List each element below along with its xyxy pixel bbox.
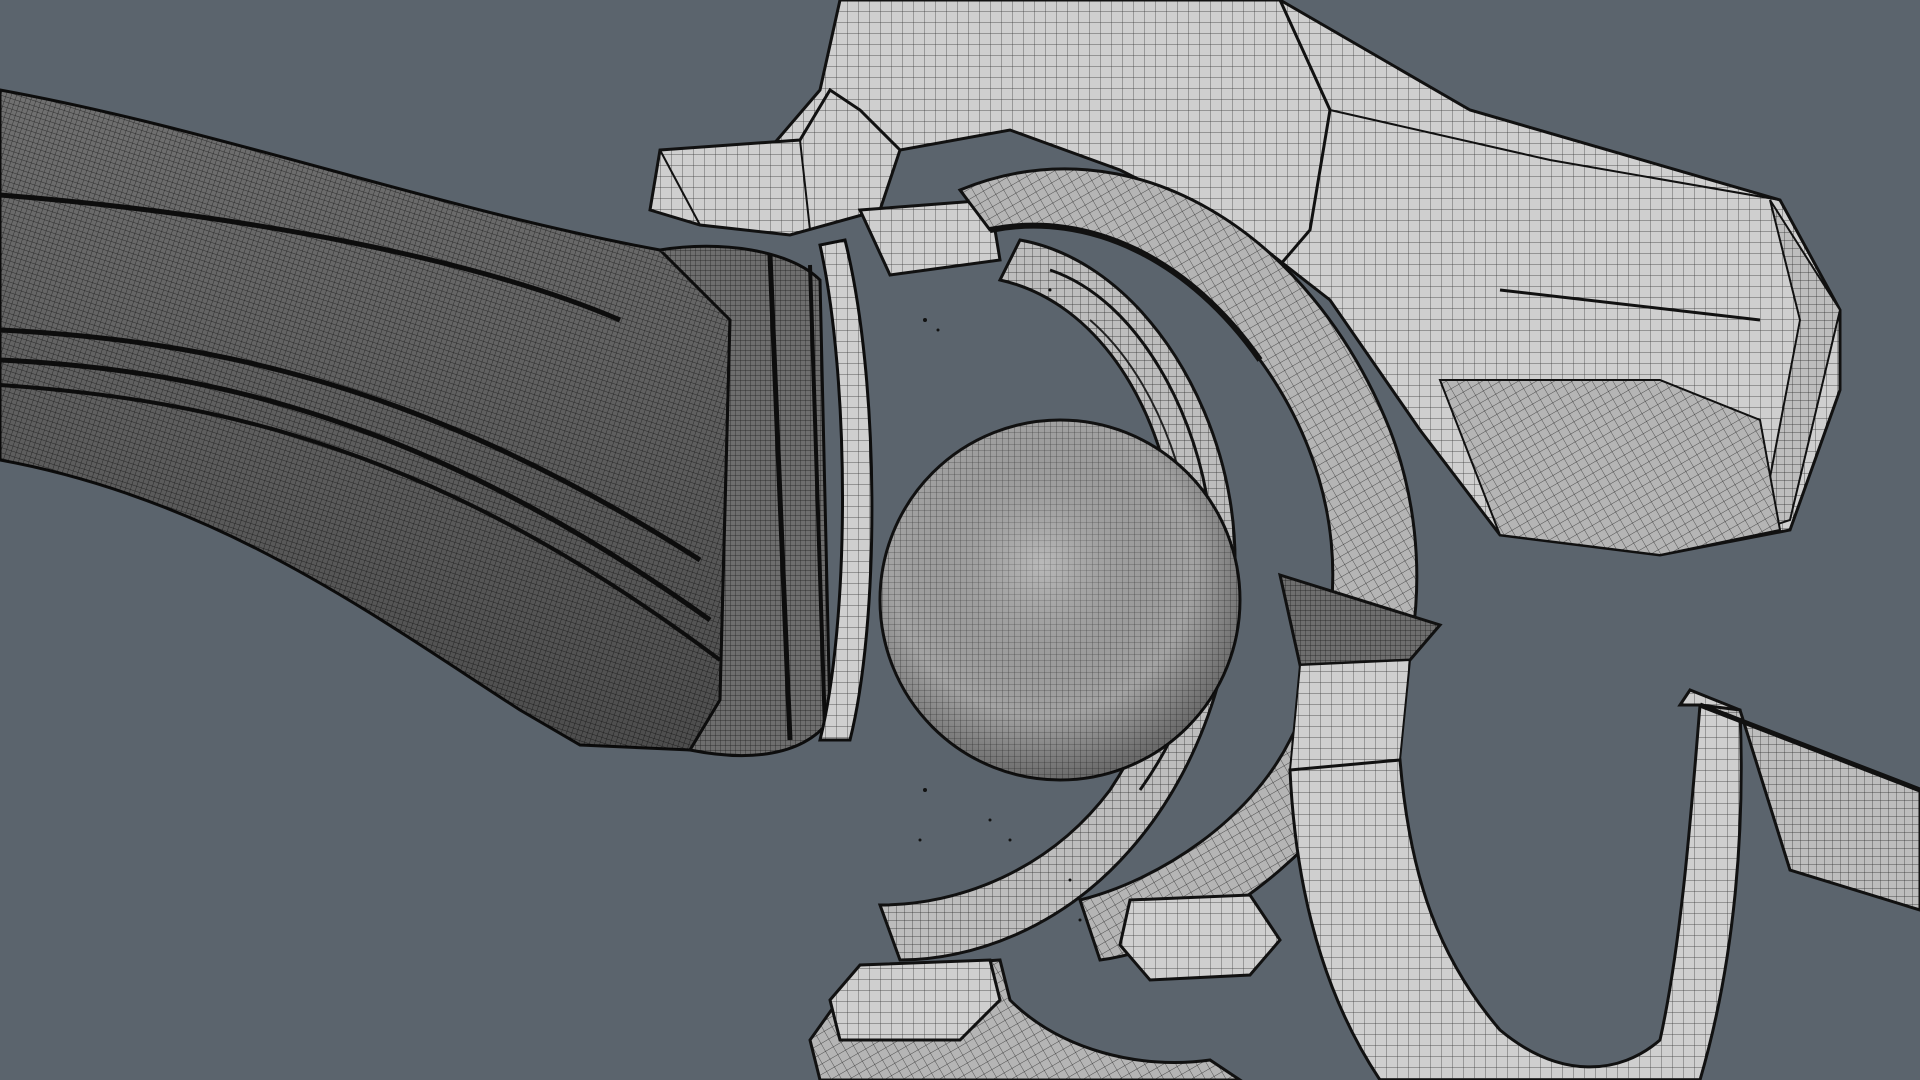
sphere[interactable] (878, 418, 1242, 782)
3d-viewport[interactable] (0, 0, 1920, 1080)
